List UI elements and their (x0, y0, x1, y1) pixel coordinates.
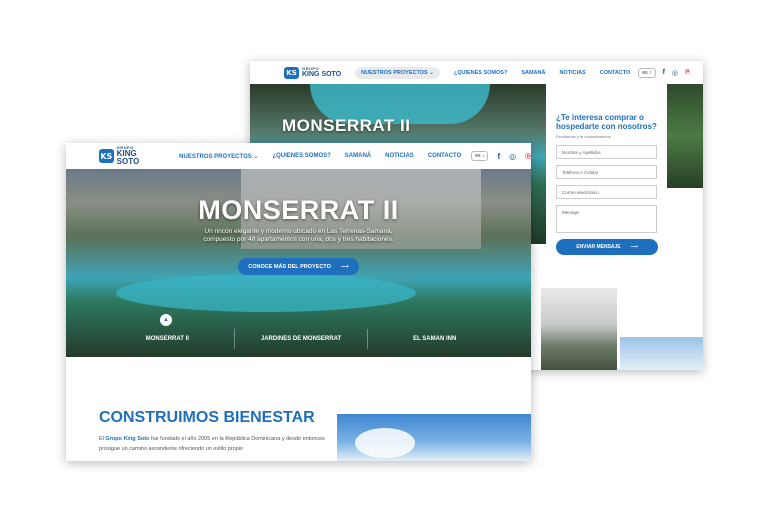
chevron-down-icon: ⌄ (429, 69, 434, 76)
logo[interactable]: KS GRUPO KING SOTO (99, 146, 155, 166)
learn-more-button[interactable]: CONOCE MÁS DEL PROYECTO ⟶ (238, 258, 359, 275)
form-title: ¿Te interesa comprar o hospedarte con no… (556, 113, 657, 132)
instagram-icon[interactable]: ◎ (509, 152, 516, 161)
hero-title: MONSERRAT II (282, 116, 411, 135)
nav-contact[interactable]: CONTACTO (428, 153, 461, 159)
scroll-up-icon[interactable]: ▲ (160, 314, 172, 326)
pinterest-icon[interactable]: ℗ (525, 152, 531, 161)
send-message-button[interactable]: ENVIAR MENSAJE ⟶ (556, 239, 658, 256)
apartment-photo (541, 288, 617, 370)
nav-projects[interactable]: NUESTROS PROYECTOS ⌄ (179, 153, 258, 160)
section-text: El Grupo King Soto fue fundado el año 20… (99, 436, 325, 453)
logo[interactable]: KS GRUPO KING SOTO (284, 66, 342, 79)
logo-mark: KS (99, 149, 114, 163)
nav-about[interactable]: ¿QUIENES SOMOS? (454, 70, 507, 76)
logo-name: KING SOTO (302, 71, 342, 78)
language-select[interactable]: es ↕ (471, 151, 489, 161)
chevron-down-icon: ⌄ (253, 153, 259, 160)
facebook-icon[interactable]: f (663, 69, 665, 76)
sky-photo (620, 337, 703, 370)
language-select[interactable]: es ↕ (638, 67, 656, 78)
hero-image: MONSERRAT II Un rincón elegante y modern… (66, 169, 531, 357)
hero-subtitle: Un rincón elegante y moderno ubicado en … (203, 228, 394, 244)
facebook-icon[interactable]: f (497, 152, 500, 161)
nav-samana[interactable]: SAMANÁ (521, 70, 545, 76)
instagram-icon[interactable]: ◎ (672, 69, 678, 77)
logo-mark: KS (284, 66, 299, 79)
pinterest-icon[interactable]: ℗ (685, 69, 690, 76)
nav-about[interactable]: ¿QUIENES SOMOS? (272, 153, 330, 159)
project-tabs: MONSERRAT II JARDINES DE MONSERRAT EL SA… (101, 329, 501, 349)
message-field[interactable]: Mensaje (556, 205, 657, 234)
nav-news[interactable]: NOTICIAS (385, 153, 414, 159)
section-title: CONSTRUIMOS BIENESTAR (99, 409, 315, 426)
phone-field[interactable]: Teléfono o Celular (556, 165, 657, 180)
brand-highlight: Grupo King Soto (105, 436, 150, 442)
nav-news[interactable]: NOTICIAS (559, 70, 585, 76)
navbar: KS GRUPO KING SOTO NUESTROS PROYECTOS ⌄ … (250, 61, 703, 84)
navbar: KS GRUPO KING SOTO NUESTROS PROYECTOS ⌄ … (66, 143, 531, 169)
front-page-screenshot: MONSERRAT II Un rincón elegante y modern… (66, 143, 531, 461)
tab-jardines-de-monserrat[interactable]: JARDINES DE MONSERRAT (235, 329, 369, 349)
nav-samana[interactable]: SAMANÁ (345, 153, 371, 159)
pool-image (116, 274, 416, 312)
nav-projects[interactable]: NUESTROS PROYECTOS ⌄ (355, 66, 440, 79)
name-field[interactable]: Nombre y Apellidos (556, 145, 657, 160)
form-subtitle: Escribenos y te contactaremos (556, 134, 611, 140)
arrow-right-icon: ⟶ (630, 244, 638, 251)
palm-image (667, 84, 703, 188)
sky-photo (337, 414, 531, 461)
arrow-right-icon: ⟶ (340, 263, 349, 270)
tab-monserrat-ii[interactable]: MONSERRAT II (101, 329, 235, 349)
hero-title: MONSERRAT II (198, 195, 399, 225)
email-field[interactable]: Correo electrónico (556, 185, 657, 200)
logo-name: KING SOTO (116, 149, 140, 166)
tab-el-saman-inn[interactable]: EL SAMAN INN (368, 329, 501, 349)
nav-contact[interactable]: CONTACTO (600, 70, 631, 76)
contact-form: ¿Te interesa comprar o hospedarte con no… (546, 105, 667, 287)
